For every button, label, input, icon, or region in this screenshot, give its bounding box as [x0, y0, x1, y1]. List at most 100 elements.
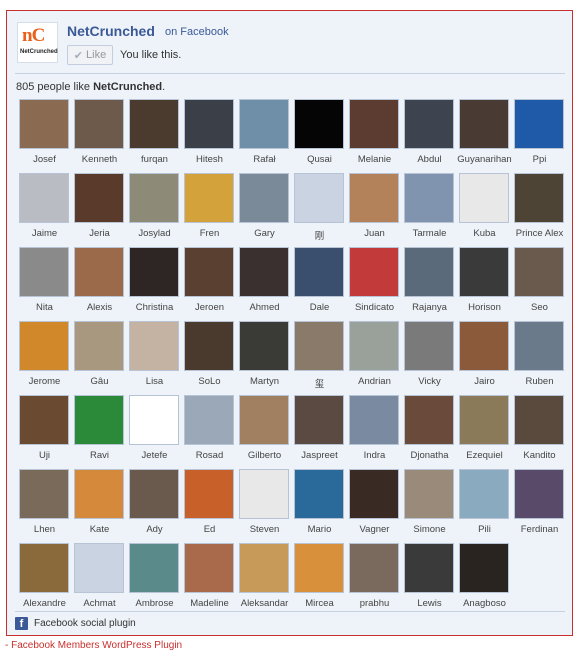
member-name[interactable]: SoLo	[179, 376, 240, 387]
member-avatar[interactable]	[294, 173, 344, 223]
member-avatar[interactable]	[74, 321, 124, 371]
member-item[interactable]: Ed	[181, 469, 236, 539]
member-item[interactable]: Hitesh	[181, 99, 236, 169]
member-avatar[interactable]	[239, 99, 289, 149]
member-item[interactable]: Rosad	[181, 395, 236, 465]
member-name[interactable]: Jerome	[14, 376, 75, 387]
member-item[interactable]: Ambrose	[126, 543, 181, 613]
member-name[interactable]: Dale	[289, 302, 350, 313]
member-item[interactable]: Dale	[291, 247, 346, 317]
member-avatar[interactable]	[129, 99, 179, 149]
member-name[interactable]: Ppi	[509, 154, 570, 165]
member-name[interactable]: Ed	[179, 524, 240, 535]
member-avatar[interactable]	[239, 321, 289, 371]
member-item[interactable]: Ady	[126, 469, 181, 539]
member-name[interactable]: Gilberto	[234, 450, 295, 461]
member-avatar[interactable]	[514, 395, 564, 445]
member-item[interactable]: Jetefe	[126, 395, 181, 465]
member-avatar[interactable]	[129, 469, 179, 519]
member-name[interactable]: prabhu	[344, 598, 405, 609]
member-name[interactable]: Kandito	[509, 450, 570, 461]
member-avatar[interactable]	[184, 395, 234, 445]
member-avatar[interactable]	[294, 321, 344, 371]
member-item[interactable]: Ppi	[511, 99, 566, 169]
member-avatar[interactable]	[19, 395, 69, 445]
member-item[interactable]: Ravi	[71, 395, 126, 465]
member-item[interactable]: Anagboso	[456, 543, 511, 613]
member-avatar[interactable]	[459, 395, 509, 445]
member-avatar[interactable]	[404, 469, 454, 519]
member-avatar[interactable]	[349, 395, 399, 445]
member-name[interactable]: Kate	[69, 524, 130, 535]
member-avatar[interactable]	[459, 469, 509, 519]
member-item[interactable]: Mario	[291, 469, 346, 539]
member-item[interactable]: Sindicato	[346, 247, 401, 317]
member-item[interactable]: Guyanarihan	[456, 99, 512, 169]
member-avatar[interactable]	[459, 321, 509, 371]
member-avatar[interactable]	[404, 247, 454, 297]
member-avatar[interactable]	[294, 247, 344, 297]
member-item[interactable]: Jerome	[16, 321, 71, 391]
member-item[interactable]: prabhu	[346, 543, 401, 613]
member-item[interactable]: Tarmale	[401, 173, 456, 243]
member-name[interactable]: Josef	[14, 154, 75, 165]
member-name[interactable]: Lisa	[124, 376, 185, 387]
member-name[interactable]: Pili	[454, 524, 515, 535]
member-avatar[interactable]	[349, 321, 399, 371]
member-name[interactable]: Madeline	[179, 598, 240, 609]
member-avatar[interactable]	[19, 99, 69, 149]
member-avatar[interactable]	[239, 469, 289, 519]
member-avatar[interactable]	[514, 173, 564, 223]
member-avatar[interactable]	[404, 395, 454, 445]
member-avatar[interactable]	[459, 99, 509, 149]
member-avatar[interactable]	[19, 469, 69, 519]
member-name[interactable]: Sindicato	[344, 302, 405, 313]
member-avatar[interactable]	[129, 395, 179, 445]
member-name[interactable]: Jairo	[454, 376, 515, 387]
member-name[interactable]: 刚	[289, 228, 350, 242]
member-item[interactable]: Ferdinan	[511, 469, 566, 539]
member-avatar[interactable]	[239, 247, 289, 297]
member-avatar[interactable]	[349, 99, 399, 149]
member-item[interactable]: Christina	[126, 247, 181, 317]
member-item[interactable]: Achmat	[71, 543, 126, 613]
member-name[interactable]: Prince Alex	[509, 228, 570, 239]
member-avatar[interactable]	[459, 247, 509, 297]
member-item[interactable]: Gary	[236, 173, 291, 243]
member-item[interactable]: Martyn	[236, 321, 291, 391]
member-name[interactable]: Jetefe	[124, 450, 185, 461]
member-avatar[interactable]	[129, 543, 179, 593]
member-item[interactable]: Pili	[456, 469, 511, 539]
member-item[interactable]: Juan	[346, 173, 401, 243]
member-avatar[interactable]	[514, 247, 564, 297]
member-name[interactable]: Steven	[234, 524, 295, 535]
member-avatar[interactable]	[74, 543, 124, 593]
member-item[interactable]: Djonatha	[401, 395, 456, 465]
member-item[interactable]: Seo	[511, 247, 566, 317]
member-name[interactable]: Rafał	[234, 154, 295, 165]
member-avatar[interactable]	[239, 395, 289, 445]
member-avatar[interactable]	[184, 99, 234, 149]
member-item[interactable]: Madeline	[181, 543, 236, 613]
member-item[interactable]: Jeria	[71, 173, 126, 243]
member-avatar[interactable]	[19, 173, 69, 223]
member-name[interactable]: Horison	[454, 302, 515, 313]
member-avatar[interactable]	[349, 469, 399, 519]
like-button[interactable]: ✔ Like	[67, 45, 113, 65]
member-item[interactable]: 玺	[291, 321, 346, 391]
member-avatar[interactable]	[404, 173, 454, 223]
member-item[interactable]: SoLo	[181, 321, 236, 391]
member-avatar[interactable]	[294, 395, 344, 445]
member-name[interactable]: Uji	[14, 450, 75, 461]
member-name[interactable]: Ady	[124, 524, 185, 535]
member-item[interactable]: Vicky	[401, 321, 456, 391]
member-avatar[interactable]	[129, 173, 179, 223]
member-name[interactable]: Christina	[124, 302, 185, 313]
member-avatar[interactable]	[74, 99, 124, 149]
member-item[interactable]: Prince Alex	[511, 173, 566, 243]
member-item[interactable]: Melanie	[346, 99, 401, 169]
member-item[interactable]: Jeroen	[181, 247, 236, 317]
member-item[interactable]: Abdul	[401, 99, 456, 169]
member-item[interactable]: Qusai	[291, 99, 346, 169]
member-avatar[interactable]	[184, 173, 234, 223]
